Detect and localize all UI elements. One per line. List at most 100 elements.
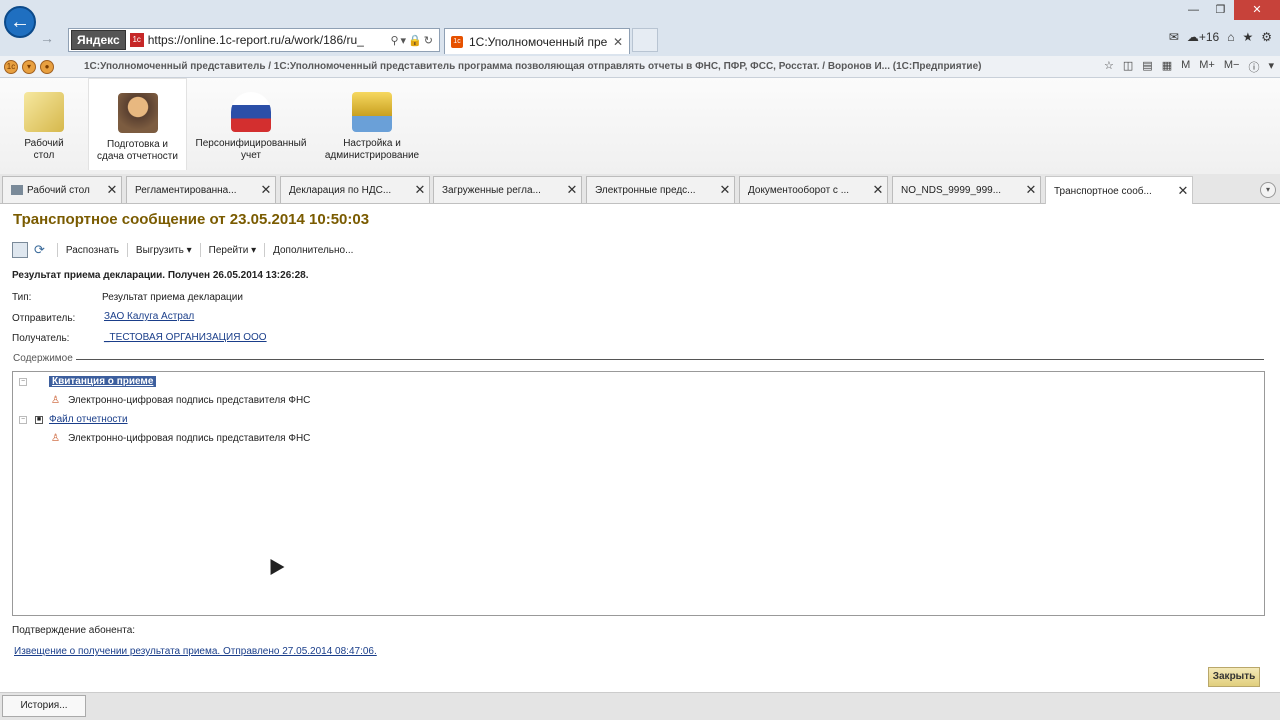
- tree-child-signature[interactable]: ♙ Электронно-цифровая подпись представит…: [51, 433, 310, 444]
- result-summary: Результат приема декларации. Получен 26.…: [12, 270, 309, 281]
- address-bar[interactable]: Яндекс 1c https://online.1c-report.ru/a/…: [68, 28, 440, 52]
- tab-close-icon[interactable]: ✕: [411, 182, 429, 198]
- weather-widget[interactable]: ☁+16: [1187, 30, 1219, 44]
- tree-node-report-file[interactable]: − ■ Файл отчетности: [19, 414, 128, 425]
- contents-label: Содержимое: [13, 353, 73, 364]
- new-tab-button[interactable]: [632, 28, 658, 52]
- tree-child-signature[interactable]: ♙ Электронно-цифровая подпись представит…: [51, 395, 310, 406]
- recipient-label: Получатель:: [12, 333, 70, 344]
- home-icon[interactable]: ⌂: [1227, 30, 1234, 44]
- app-command-bar: 1c ▾ ● 1С:Уполномоченный представитель /…: [0, 56, 1280, 78]
- tab-regulated[interactable]: Регламентированна... ✕: [126, 176, 276, 203]
- toolbar-divider: [126, 243, 128, 257]
- signature-icon: ♙: [51, 433, 60, 444]
- tab-document-flow[interactable]: Документооборот с ... ✕: [739, 176, 888, 203]
- browser-chrome: ← → Яндекс 1c https://online.1c-report.r…: [0, 0, 1280, 56]
- memory-m-icon[interactable]: M: [1181, 59, 1190, 75]
- tab-close-icon[interactable]: ✕: [1022, 182, 1040, 198]
- mail-icon[interactable]: ✉: [1169, 30, 1179, 44]
- tab-close-icon[interactable]: ✕: [869, 182, 887, 198]
- more-button[interactable]: Дополнительно...: [271, 245, 355, 256]
- tab-close-icon[interactable]: ✕: [563, 182, 581, 198]
- type-label: Тип:: [12, 292, 32, 303]
- info-icon[interactable]: ⓘ: [1248, 59, 1259, 75]
- history-button[interactable]: История...: [2, 695, 86, 717]
- database-settings-icon: [352, 92, 392, 132]
- tree-node-label[interactable]: Квитанция о приеме: [49, 376, 157, 387]
- section-reporting[interactable]: Подготовка и сдача отчетности: [88, 78, 187, 170]
- section-label: Рабочий стол: [24, 138, 64, 161]
- desk-lamp-icon: [24, 92, 64, 132]
- tab-label: Транспортное сооб...: [1054, 185, 1152, 197]
- app-logo-icon[interactable]: 1c: [4, 59, 18, 74]
- sections-panel: Рабочий стол Подготовка и сдача отчетнос…: [0, 78, 1280, 174]
- tab-close-icon[interactable]: ✕: [103, 182, 121, 198]
- tab-electronic-reps[interactable]: Электронные предс... ✕: [586, 176, 735, 203]
- window-controls: — ❐ ✕: [1180, 0, 1280, 20]
- tab-desktop[interactable]: Рабочий стол ✕: [2, 176, 122, 203]
- back-button[interactable]: ←: [4, 6, 36, 38]
- section-personified[interactable]: Персонифицированный учет: [192, 78, 310, 170]
- print-icon[interactable]: [12, 242, 28, 258]
- recipient-link[interactable]: _ТЕСТОВАЯ ОРГАНИЗАЦИЯ ООО: [104, 332, 267, 343]
- browser-tab[interactable]: 1c 1С:Уполномоченный пре... ✕: [444, 28, 630, 54]
- file-checkbox-icon: ■: [35, 415, 43, 424]
- section-label: Персонифицированный учет: [195, 138, 307, 161]
- section-settings[interactable]: Настройка и администрирование: [318, 78, 426, 170]
- section-desktop[interactable]: Рабочий стол: [10, 78, 78, 170]
- maximize-button[interactable]: ❐: [1207, 0, 1234, 20]
- settings-gear-icon[interactable]: ⚙: [1261, 30, 1272, 44]
- signature-icon: ♙: [51, 395, 60, 406]
- calendar-icon[interactable]: ▦: [1162, 59, 1172, 75]
- transport-message-form: Транспортное сообщение от 23.05.2014 10:…: [0, 204, 1280, 692]
- collapse-icon[interactable]: −: [19, 415, 27, 424]
- chevron-down-icon: ▾: [251, 244, 257, 256]
- tab-transport-message[interactable]: Транспортное сооб... ✕: [1045, 176, 1193, 205]
- export-button[interactable]: Выгрузить ▾: [134, 245, 194, 256]
- section-label: Настройка и администрирование: [324, 138, 420, 161]
- app-title: 1С:Уполномоченный представитель / 1С:Упо…: [84, 61, 982, 72]
- tab-label: Загруженные регла...: [442, 184, 541, 196]
- tab-no-nds-file[interactable]: NO_NDS_9999_999... ✕: [892, 176, 1041, 203]
- more-menu-icon[interactable]: ▾: [1268, 59, 1274, 75]
- favorites-icon[interactable]: ☆: [1104, 59, 1114, 75]
- refresh-icon[interactable]: ⟳: [34, 242, 45, 258]
- toolbar-divider: [264, 243, 266, 257]
- app-menu-icon[interactable]: ▾: [22, 59, 36, 74]
- close-window-button[interactable]: ✕: [1234, 0, 1280, 20]
- tab-label: Документооборот с ...: [748, 184, 850, 196]
- notice-link[interactable]: Извещение о получении результата приема.…: [14, 646, 377, 657]
- section-label: Подготовка и сдача отчетности: [97, 139, 178, 162]
- collapse-icon[interactable]: −: [19, 377, 27, 386]
- tab-close-icon[interactable]: ✕: [1174, 183, 1192, 199]
- contents-tree[interactable]: − Квитанция о приеме ♙ Электронно-цифров…: [12, 371, 1265, 616]
- url-text[interactable]: https://online.1c-report.ru/a/work/186/r…: [148, 33, 391, 47]
- browser-tab-close-icon[interactable]: ✕: [607, 35, 629, 49]
- tab-close-icon[interactable]: ✕: [257, 182, 275, 198]
- bottom-bar: История...: [0, 692, 1280, 720]
- tree-node-label[interactable]: Файл отчетности: [49, 414, 128, 425]
- minimize-button[interactable]: —: [1180, 0, 1207, 20]
- tab-label: Регламентированна...: [135, 184, 237, 196]
- tab-vat-declaration[interactable]: Декларация по НДС... ✕: [280, 176, 430, 203]
- memory-minus-icon[interactable]: M−: [1224, 59, 1240, 75]
- toolbar-divider: [56, 243, 58, 257]
- forward-button[interactable]: →: [40, 30, 54, 46]
- goto-label: Перейти: [208, 244, 249, 256]
- tab-close-icon[interactable]: ✕: [716, 182, 734, 198]
- tree-node-receipt[interactable]: − Квитанция о приеме: [19, 376, 157, 387]
- memory-plus-icon[interactable]: M+: [1199, 59, 1215, 75]
- app-record-icon[interactable]: ●: [40, 59, 54, 74]
- tab-label: Декларация по НДС...: [289, 184, 392, 196]
- close-button[interactable]: Закрыть: [1208, 667, 1260, 687]
- tab-loaded-reports[interactable]: Загруженные регла... ✕: [433, 176, 582, 203]
- recognize-button[interactable]: Распознать: [64, 245, 121, 256]
- goto-button[interactable]: Перейти ▾: [207, 245, 258, 256]
- calc-icon[interactable]: ▤: [1142, 59, 1152, 75]
- history-icon[interactable]: ◫: [1123, 59, 1133, 75]
- sender-link[interactable]: ЗАО Калуга Астрал: [104, 311, 194, 322]
- tab-label: Рабочий стол: [27, 184, 90, 196]
- address-tools-icon[interactable]: ⚲▾🔒↻: [391, 34, 440, 47]
- favorites-star-icon[interactable]: ★: [1242, 30, 1253, 44]
- tabs-dropdown-icon[interactable]: ▾: [1260, 182, 1276, 198]
